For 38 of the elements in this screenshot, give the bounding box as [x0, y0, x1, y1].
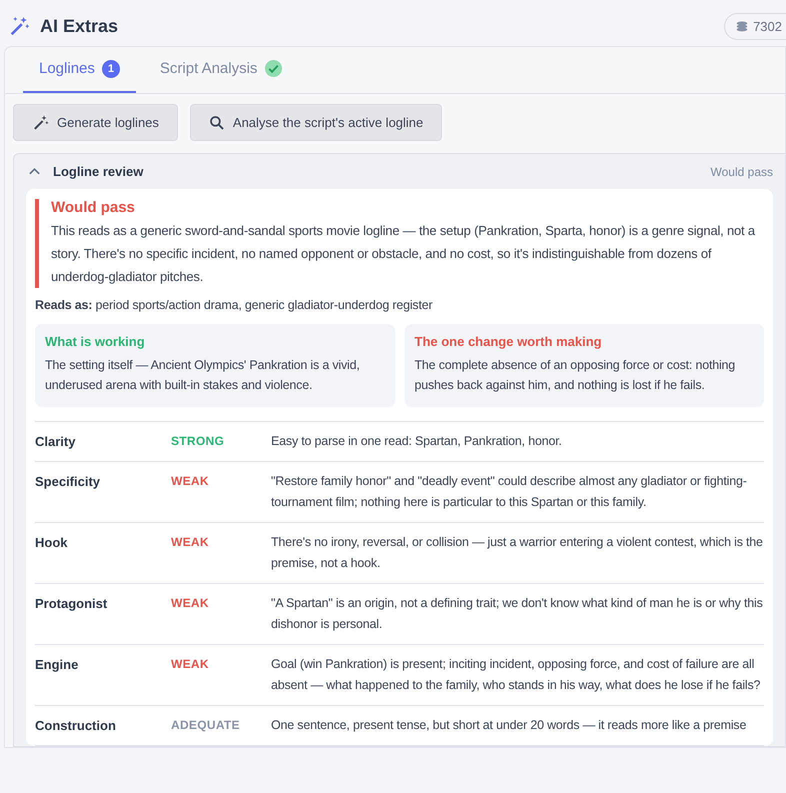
criterion-note: "Restore family honor" and "deadly event" could describe almost any gladiator or fighting-tournament film; nothing here is particular to this Spartan or this family. — [271, 473, 748, 511]
tab[interactable]: Loglines 1 — [23, 47, 136, 93]
criterion-name: Specificity — [35, 473, 102, 491]
action-button[interactable]: Generate loglines — [13, 104, 178, 141]
criterion-rating: STRONG — [171, 433, 226, 450]
criterion-rating: WEAK — [171, 595, 210, 612]
criterion-rating: WEAK — [171, 534, 210, 551]
criterion-note: One sentence, present tense, but short at under 20 words — it reads more like a premise — [271, 717, 748, 734]
credits-badge[interactable]: 7302 — [724, 12, 786, 40]
card-text: The setting itself — Ancient Olympics' Pankration is a vivid, underused arena with built-in stakes and violence. — [45, 357, 361, 394]
criterion-note: Goal (win Pankration) is present; inciting incident, opposing force, and cost of failure are all absent — what happened to the family, who stands in his way, what does he lose if he fails? — [271, 656, 762, 694]
coins-icon — [735, 19, 750, 33]
criterion-rating: ADEQUATE — [171, 717, 241, 734]
criterion-note: "A Spartan" is an origin, not a defining trait; we don't know what kind of man he is or why this dishonor is personal. — [271, 595, 764, 633]
magic-wand-icon — [32, 114, 49, 131]
criterion-rating: WEAK — [171, 473, 210, 490]
card-title: What is working — [45, 334, 146, 349]
magic-wand-icon — [8, 15, 30, 37]
collapse-toggle[interactable]: Logline review — [26, 164, 144, 179]
criterion-name: Construction — [35, 717, 117, 735]
action-button[interactable]: Analyse the script's active logline — [190, 104, 442, 141]
app-title: AI Extras — [40, 16, 120, 36]
reads-as-text: Reads as: period sports/action drama, generic gladiator-underdog register — [35, 298, 434, 312]
criterion-name: Engine — [35, 656, 80, 674]
criterion-name: Hook — [35, 534, 68, 552]
review-status: Would pass — [710, 164, 773, 178]
criterion-rating: WEAK — [171, 656, 210, 673]
criterion-note: There's no irony, reversal, or collision — just a warrior entering a violent contest, which is the premise, not a hook. — [271, 534, 764, 572]
check-circle-icon — [264, 59, 284, 78]
criterion-name: Protagonist — [35, 595, 108, 613]
count-badge: 1 — [102, 60, 120, 78]
verdict-text: This reads as a generic sword-and-sandal sports movie logline — the setup (Pankration, Sparta, honor) is a genre signal, not a story. There's no specific incident, no named opponent or obstacle, and no cost, so it's indistinguishable from dozens of underdog-gladiator pitches. — [51, 222, 756, 286]
card-text: The complete absence of an opposing force or cost: nothing pushes back against him, and nothing is lost if he fails. — [414, 357, 736, 394]
criterion-name: Clarity — [35, 433, 76, 451]
search-icon — [208, 114, 225, 130]
verdict-title: Would pass — [51, 199, 136, 216]
card-title: The one change worth making — [414, 334, 603, 349]
criterion-note: Easy to parse in one read: Spartan, Pankration, honor. — [271, 433, 563, 450]
